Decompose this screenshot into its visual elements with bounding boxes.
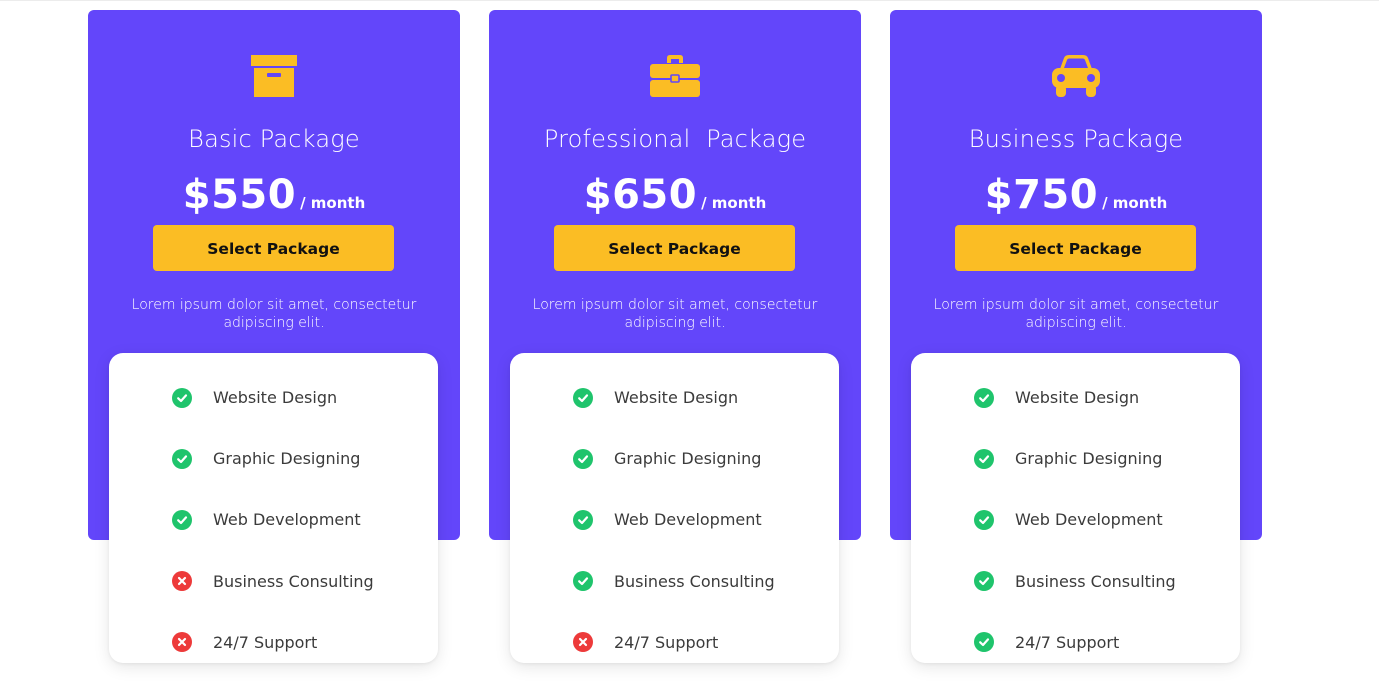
check-icon — [172, 509, 192, 530]
cross-icon — [573, 632, 593, 653]
check-icon — [974, 448, 994, 469]
plan-period: / month — [300, 194, 366, 212]
feature-label: Business Consulting — [1015, 571, 1176, 591]
car-icon — [890, 50, 1262, 102]
plan-period: / month — [701, 194, 767, 212]
feature-label: Business Consulting — [614, 571, 775, 591]
feature-item: Business Consulting — [109, 551, 438, 612]
cross-icon — [172, 632, 192, 653]
check-icon — [573, 448, 593, 469]
feature-label: 24/7 Support — [213, 632, 318, 652]
feature-label: Website Design — [1015, 388, 1140, 408]
plan-title: Basic Package — [188, 125, 360, 153]
feature-item: Web Development — [911, 489, 1240, 550]
feature-list-panel: Website Design Graphic Designing Web Dev… — [911, 353, 1240, 663]
pricing-card-business: Business Package $750/ month Select Pack… — [890, 10, 1262, 664]
feature-list-panel: Website Design Graphic Designing Web Dev… — [510, 353, 839, 663]
feature-item: Web Development — [510, 489, 839, 550]
price-row: $550/ month — [88, 172, 460, 218]
feature-item: Graphic Designing — [510, 428, 839, 489]
pricing-page: Basic Package $550/ month Select Package… — [0, 0, 1379, 684]
feature-label: 24/7 Support — [614, 632, 719, 652]
plan-price: $650 — [583, 172, 698, 218]
plan-description: Lorem ipsum dolor sit amet, consectetur … — [131, 297, 417, 331]
check-icon — [573, 571, 593, 592]
feature-item: 24/7 Support — [109, 612, 438, 673]
check-icon — [573, 387, 593, 408]
check-icon — [172, 387, 192, 408]
feature-label: Web Development — [614, 510, 762, 530]
feature-item: Graphic Designing — [109, 428, 438, 489]
plan-price: $550 — [182, 172, 297, 218]
feature-label: 24/7 Support — [1015, 632, 1120, 652]
feature-label: Graphic Designing — [614, 449, 762, 469]
feature-label: Website Design — [614, 388, 739, 408]
check-icon — [974, 387, 994, 408]
feature-item: Web Development — [109, 489, 438, 550]
price-row: $750/ month — [890, 172, 1262, 218]
feature-item: 24/7 Support — [911, 612, 1240, 673]
feature-label: Business Consulting — [213, 571, 374, 591]
feature-item: 24/7 Support — [510, 612, 839, 673]
feature-item: Graphic Designing — [911, 428, 1240, 489]
feature-label: Web Development — [1015, 510, 1163, 530]
cross-icon — [172, 571, 192, 592]
check-icon — [974, 632, 994, 653]
select-package-button[interactable]: Select Package — [554, 225, 795, 271]
feature-label: Graphic Designing — [1015, 449, 1163, 469]
check-icon — [974, 509, 994, 530]
check-icon — [974, 571, 994, 592]
feature-item: Website Design — [510, 367, 839, 428]
feature-label: Website Design — [213, 388, 338, 408]
plan-price: $750 — [984, 172, 1099, 218]
pricing-card-professional: Professional Package $650/ month Select … — [489, 10, 861, 664]
plan-description: Lorem ipsum dolor sit amet, consectetur … — [532, 297, 818, 331]
archive-box-icon — [88, 50, 460, 102]
price-row: $650/ month — [489, 172, 861, 218]
plan-period: / month — [1102, 194, 1168, 212]
feature-list-panel: Website Design Graphic Designing Web Dev… — [109, 353, 438, 663]
plan-title: Professional Package — [543, 125, 807, 153]
feature-item: Website Design — [911, 367, 1240, 428]
feature-item: Business Consulting — [510, 551, 839, 612]
briefcase-icon — [489, 50, 861, 102]
feature-item: Website Design — [109, 367, 438, 428]
feature-label: Web Development — [213, 510, 361, 530]
check-icon — [573, 509, 593, 530]
select-package-button[interactable]: Select Package — [153, 225, 394, 271]
feature-item: Business Consulting — [911, 551, 1240, 612]
select-package-button[interactable]: Select Package — [955, 225, 1196, 271]
feature-label: Graphic Designing — [213, 449, 361, 469]
check-icon — [172, 448, 192, 469]
plan-title: Business Package — [968, 125, 1184, 153]
pricing-card-basic: Basic Package $550/ month Select Package… — [88, 10, 460, 664]
plan-description: Lorem ipsum dolor sit amet, consectetur … — [933, 297, 1219, 331]
